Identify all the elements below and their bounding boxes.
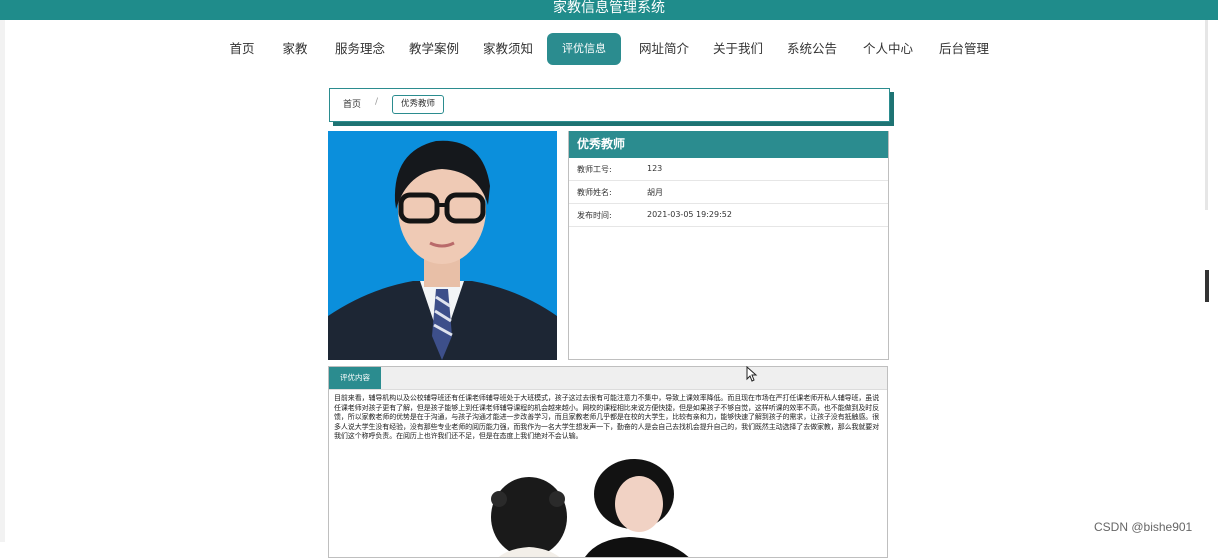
info-row-date: 发布时间: 2021-03-05 19:29:52 [569, 204, 888, 227]
content-image [429, 459, 729, 557]
tab-rating-content[interactable]: 评优内容 [329, 367, 381, 389]
nav-item-tutor[interactable]: 家教 [282, 33, 308, 65]
rating-content-panel: 评优内容 目前来看，辅导机构以及公校辅导班还有任课老师辅导班处于大班模式，孩子这… [328, 366, 888, 558]
app-title: 家教信息管理系统 [553, 0, 665, 16]
breadcrumb-current[interactable]: 优秀教师 [392, 95, 445, 114]
main-nav: 首页 家教 服务理念 教学案例 家教须知 评优信息 网址简介 关于我们 系统公告… [0, 33, 1218, 65]
scroll-marker [1205, 270, 1209, 302]
info-value-id: 123 [647, 164, 663, 173]
info-row-name: 教师姓名: 胡月 [569, 181, 888, 204]
breadcrumb: 首页 / 优秀教师 [329, 88, 890, 122]
info-label-name: 教师姓名: [577, 188, 612, 197]
teacher-info-panel: 优秀教师 教师工号: 123 教师姓名: 胡月 发布时间: 2021-03-05… [568, 131, 889, 360]
nav-item-cases[interactable]: 教学案例 [408, 33, 460, 65]
nav-item-admin[interactable]: 后台管理 [938, 33, 990, 65]
content-body-text: 目前来看，辅导机构以及公校辅导班还有任课老师辅导班处于大班模式，孩子这过去很有可… [334, 394, 880, 440]
breadcrumb-home[interactable]: 首页 [343, 97, 361, 110]
info-label-date: 发布时间: [577, 211, 612, 220]
info-value-date: 2021-03-05 19:29:52 [647, 210, 732, 219]
info-value-name: 胡月 [647, 188, 663, 197]
teacher-photo [328, 131, 557, 360]
watermark: CSDN @bishe901 [1094, 520, 1193, 534]
portrait-image [328, 131, 557, 360]
nav-item-about[interactable]: 关于我们 [712, 33, 764, 65]
nav-item-site-intro[interactable]: 网址简介 [638, 33, 690, 65]
info-label-id: 教师工号: [577, 165, 612, 174]
nav-item-announcement[interactable]: 系统公告 [786, 33, 838, 65]
breadcrumb-separator: / [375, 97, 379, 107]
info-row-id: 教师工号: 123 [569, 158, 888, 181]
nav-item-service[interactable]: 服务理念 [334, 33, 386, 65]
nav-item-home[interactable]: 首页 [229, 33, 255, 65]
left-edge [0, 20, 5, 542]
nav-item-rating[interactable]: 评优信息 [547, 33, 621, 65]
app-header: 家教信息管理系统 [0, 0, 1218, 20]
content-tab-bar: 评优内容 [329, 367, 887, 390]
mouse-cursor-icon [746, 366, 758, 382]
info-panel-title: 优秀教师 [569, 131, 888, 158]
nav-item-notice[interactable]: 家教须知 [482, 33, 534, 65]
nav-item-profile[interactable]: 个人中心 [862, 33, 914, 65]
